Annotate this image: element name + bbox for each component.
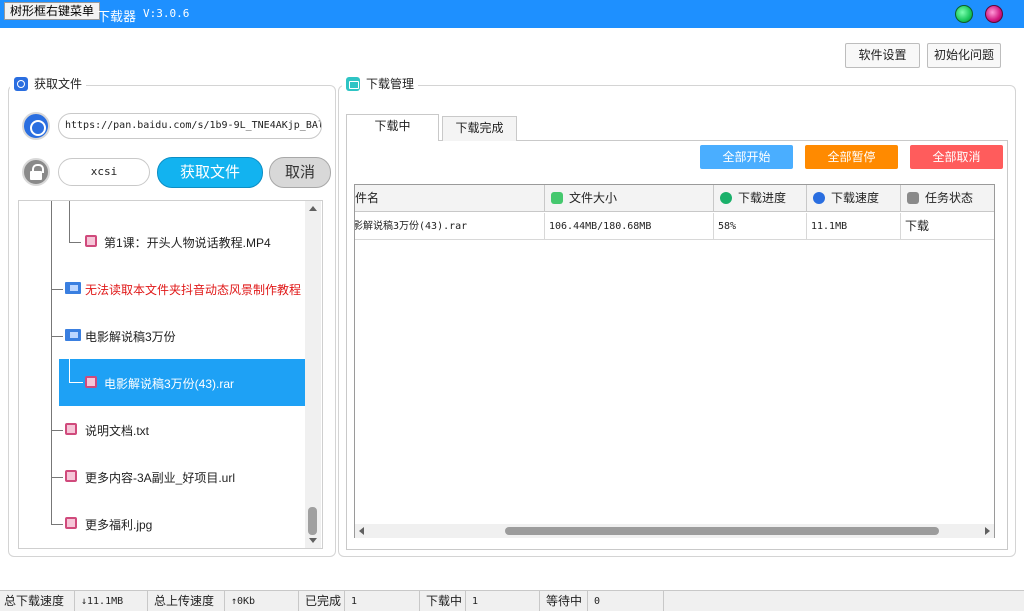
download-manager-title-label: 下载管理 — [366, 77, 415, 91]
file-tree[interactable]: 第1课：开头人物说话教程.MP4 无法读取本文件夹抖音动态风景制作教程 电影解说… — [18, 200, 323, 549]
total-upload-speed-label: 总上传速度 — [148, 591, 225, 611]
download-manager-icon — [346, 77, 360, 91]
file-icon — [85, 376, 97, 388]
settings-button[interactable]: 软件设置 — [845, 43, 920, 68]
folder-icon — [65, 282, 81, 294]
scroll-up-arrow-icon[interactable] — [309, 206, 317, 211]
scroll-right-arrow-icon[interactable] — [985, 527, 990, 535]
cancel-all-button[interactable]: 全部取消 — [910, 145, 1003, 169]
scroll-down-arrow-icon[interactable] — [309, 538, 317, 543]
total-upload-speed-value: ↑0Kb — [225, 591, 299, 611]
tree-item-selected[interactable]: 电影解说稿3万份(43).rar — [59, 359, 307, 406]
column-header-name-label: 文件名 — [355, 191, 380, 205]
column-header-progress[interactable]: 下载进度 — [714, 185, 807, 212]
column-header-size[interactable]: 文件大小 — [545, 185, 714, 212]
tree-scrollbar[interactable] — [305, 201, 321, 548]
scroll-left-arrow-icon[interactable] — [359, 527, 364, 535]
minimize-button[interactable] — [955, 5, 973, 23]
total-download-speed-value: ↓11.1MB — [75, 591, 148, 611]
tree-item-label: 无法读取本文件夹抖音动态风景制作教程 — [85, 283, 302, 297]
close-button[interactable] — [985, 5, 1003, 23]
pause-all-button[interactable]: 全部暂停 — [805, 145, 898, 169]
column-header-progress-label: 下载进度 — [738, 191, 787, 205]
status-bar: 总下载速度 ↓11.1MB 总上传速度 ↑0Kb 已完成 1 下载中 1 等待中… — [0, 590, 1024, 611]
share-url-input[interactable]: https://pan.baidu.com/s/1b9-9L_TNE4AKjp_… — [58, 113, 322, 139]
cell-status: 下载 — [901, 213, 994, 240]
search-icon — [14, 77, 28, 91]
tree-item[interactable]: 说明文档.txt — [19, 406, 307, 453]
tab-downloading[interactable]: 下载中 — [346, 114, 439, 141]
file-size-icon — [551, 192, 563, 204]
tree-item[interactable]: 更多内容-3A副业_好项目.url — [19, 453, 307, 500]
file-icon — [85, 235, 97, 247]
downloading-label: 下载中 — [420, 591, 466, 611]
lock-icon — [22, 158, 50, 186]
tree-item-label: 电影解说稿3万份(43).rar — [104, 377, 235, 391]
fetch-file-title: 获取文件 — [10, 76, 87, 92]
cancel-button[interactable]: 取消 — [269, 157, 331, 188]
scrollbar-thumb[interactable] — [308, 507, 317, 535]
completed-count: 1 — [345, 591, 420, 611]
downloading-count: 1 — [466, 591, 540, 611]
column-header-status[interactable]: 任务状态 — [901, 185, 994, 212]
column-header-status-label: 任务状态 — [925, 191, 974, 205]
download-table: 文件名 文件大小 下载进度 下载速度 任务状态 电影解说稿3万份(43).rar… — [354, 184, 995, 538]
file-icon — [65, 423, 77, 435]
lock-icon — [907, 192, 919, 204]
cell-speed: 11.1MB — [807, 213, 901, 240]
column-header-size-label: 文件大小 — [569, 191, 618, 205]
table-horizontal-scrollbar[interactable] — [355, 524, 994, 538]
tree-item[interactable]: 更多福利.jpg — [19, 500, 307, 547]
tree-item[interactable]: 无法读取本文件夹抖音动态风景制作教程 — [19, 265, 307, 312]
column-header-name[interactable]: 文件名 — [355, 185, 545, 212]
tree-item-label: 更多内容-3A副业_好项目.url — [85, 471, 236, 485]
completed-label: 已完成 — [299, 591, 345, 611]
tree-item-label: 第1课：开头人物说话教程.MP4 — [104, 236, 271, 250]
total-download-speed-label: 总下载速度 — [0, 591, 75, 611]
cell-progress: 58% — [714, 213, 807, 240]
cell-name: 电影解说稿3万份(43).rar — [355, 213, 545, 240]
extract-code-input[interactable]: xcsi — [58, 158, 150, 186]
tree-connector-line — [69, 359, 70, 383]
globe-icon — [22, 112, 50, 140]
file-icon — [65, 470, 77, 482]
title-bar: 树形框右键菜单 下载器 V:3.0.6 — [0, 0, 1024, 28]
folder-icon — [65, 329, 81, 341]
cell-size: 106.44MB/180.68MB — [545, 213, 714, 240]
tree-item-label: 电影解说稿3万份 — [85, 330, 176, 344]
column-header-speed[interactable]: 下载速度 — [807, 185, 901, 212]
tab-completed[interactable]: 下载完成 — [442, 116, 517, 141]
waiting-label: 等待中 — [540, 591, 588, 611]
start-all-button[interactable]: 全部开始 — [700, 145, 793, 169]
app-version: V:3.0.6 — [143, 7, 190, 20]
init-issue-button[interactable]: 初始化问题 — [927, 43, 1001, 68]
tree-connector-line — [69, 382, 83, 383]
column-header-speed-label: 下载速度 — [831, 191, 880, 205]
fetch-file-button[interactable]: 获取文件 — [157, 157, 263, 188]
context-menu-tooltip: 树形框右键菜单 — [4, 2, 101, 20]
globe-icon — [813, 192, 825, 204]
tree-item[interactable]: 电影解说稿3万份 — [19, 312, 307, 359]
check-icon — [720, 192, 732, 204]
cell-name-text: 电影解说稿3万份(43).rar — [355, 221, 468, 232]
app-title: 下载器 — [97, 9, 137, 24]
waiting-count: 0 — [588, 591, 664, 611]
tree-item-label: 更多福利.jpg — [85, 518, 153, 532]
download-manager-title: 下载管理 — [342, 76, 419, 92]
tree-item-label: 说明文档.txt — [85, 424, 150, 438]
tree-item[interactable]: 第1课：开头人物说话教程.MP4 — [19, 218, 307, 265]
fetch-file-title-label: 获取文件 — [34, 77, 83, 91]
scrollbar-thumb[interactable] — [505, 527, 939, 535]
file-icon — [65, 517, 77, 529]
